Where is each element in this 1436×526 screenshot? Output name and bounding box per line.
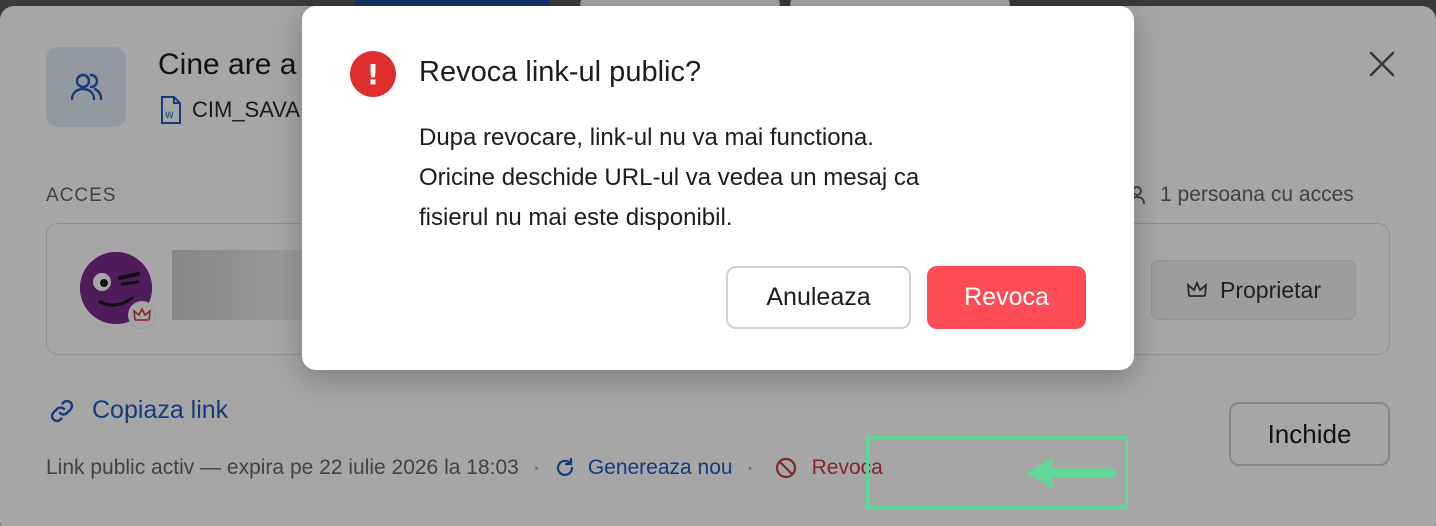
- arrow-left-icon: [1026, 457, 1117, 489]
- modal-body-line: Oricine deschide URL-ul va vedea un mesa…: [419, 164, 920, 191]
- modal-body: Dupa revocare, link-ul nu va mai functio…: [419, 118, 1099, 238]
- modal-title: Revoca link-ul public?: [419, 56, 702, 88]
- alert-icon: !: [350, 51, 396, 97]
- modal-body-line: fisierul nu mai este disponibil.: [419, 204, 733, 231]
- modal-body-line: Dupa revocare, link-ul nu va mai functio…: [419, 124, 874, 151]
- cancel-button[interactable]: Anuleaza: [726, 266, 911, 329]
- confirm-revoke-button[interactable]: Revoca: [927, 266, 1086, 329]
- revoke-confirm-modal: ! Revoca link-ul public? Dupa revocare, …: [302, 6, 1134, 370]
